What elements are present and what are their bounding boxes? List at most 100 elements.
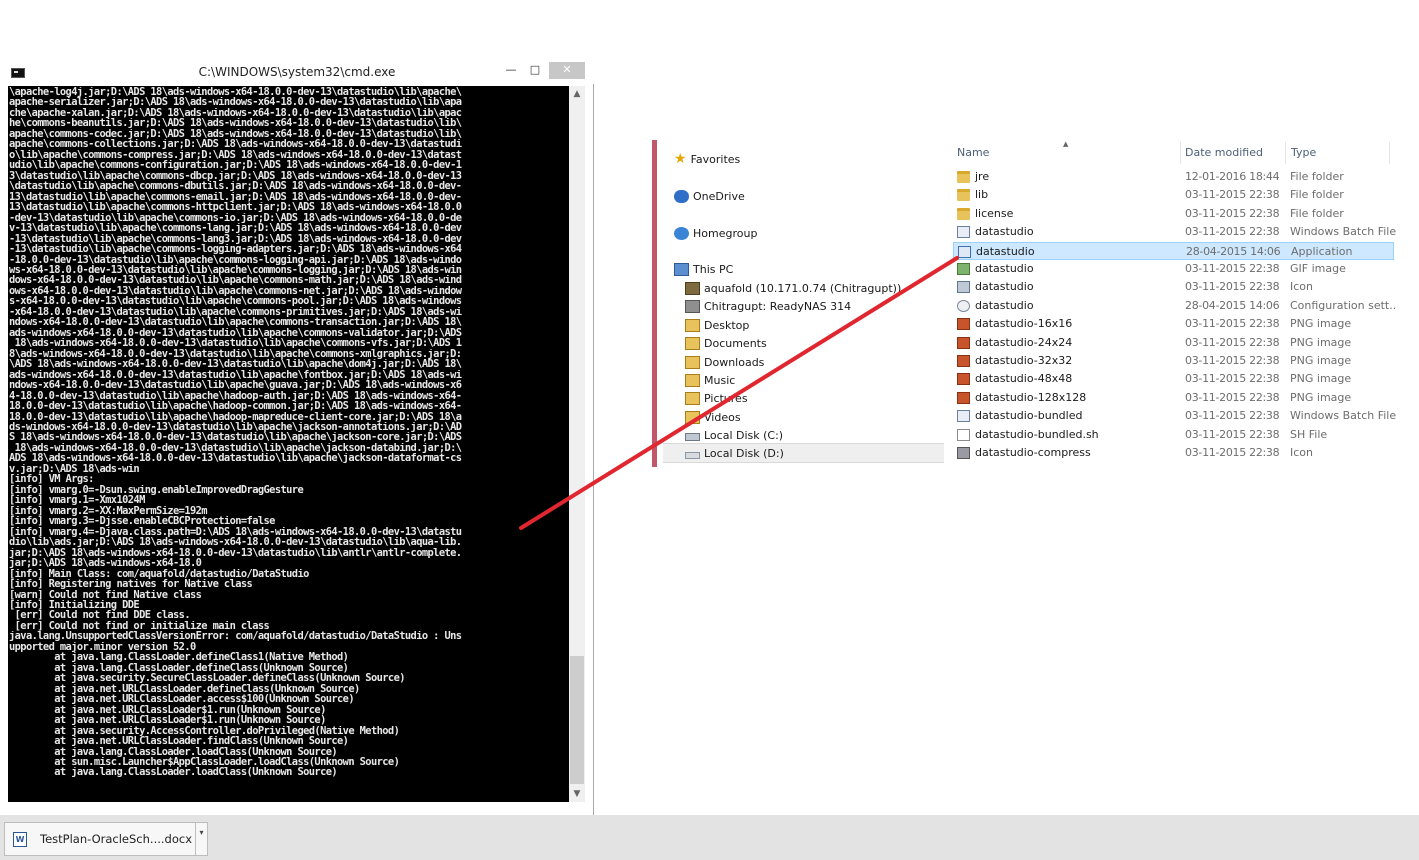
console-line: at java.lang.ClassLoader.loadClass(Unkno… bbox=[9, 746, 338, 757]
png-image-icon bbox=[957, 373, 970, 386]
column-header-name[interactable]: Name bbox=[957, 146, 989, 159]
column-separator[interactable] bbox=[1180, 142, 1181, 164]
file-type: File folder bbox=[1290, 206, 1344, 220]
file-date-modified: 03-11-2015 22:38 bbox=[1185, 354, 1280, 367]
file-name: datastudio bbox=[975, 262, 1034, 275]
nav-item[interactable]: OneDrive bbox=[674, 187, 745, 205]
file-date-modified: 28-04-2015 14:06 bbox=[1185, 298, 1280, 312]
file-row[interactable]: datastudio-32x32 03-11-2015 22:38 PNG imag… bbox=[953, 352, 1394, 370]
nav-item[interactable]: Local Disk (C:) bbox=[685, 426, 783, 444]
nav-item[interactable]: ★ Favorites bbox=[674, 150, 740, 168]
console-line: -13\datastudio\lib\apache\commons-lang3.… bbox=[9, 233, 462, 245]
file-name: license bbox=[975, 206, 1014, 220]
nav-item[interactable]: Videos bbox=[685, 408, 741, 426]
console-line: v-13\datastudio\lib\apache\commons-lang.… bbox=[9, 223, 462, 234]
file-row[interactable]: lib 03-11-2015 22:38 File folder bbox=[953, 186, 1394, 204]
file-row[interactable]: datastudio 28-04-2015 14:06 Configuration … bbox=[953, 297, 1396, 315]
sort-ascending-icon: ▲ bbox=[1063, 140, 1069, 148]
file-row[interactable]: datastudio-128x128 03-11-2015 22:38 PNG im… bbox=[953, 389, 1394, 407]
file-row[interactable]: license 03-11-2015 22:38 File folder bbox=[953, 205, 1394, 223]
scroll-down-arrow-icon[interactable]: ▼ bbox=[569, 786, 585, 802]
console-line: dio\lib\ads.jar;D:\ADS 18\ads-windows-x6… bbox=[9, 537, 462, 548]
nav-item[interactable]: Pictures bbox=[685, 389, 748, 407]
file-date-modified: 12-01-2016 18:44 bbox=[1185, 170, 1280, 183]
column-separator[interactable] bbox=[1389, 142, 1390, 164]
nav-item[interactable]: Chitragupt: ReadyNAS 314 bbox=[685, 297, 851, 315]
console-output[interactable]: \apache-log4j.jar;D:\ADS 18\ads-windows-… bbox=[8, 86, 569, 802]
console-line: 4-18.0.0-dev-13\datastudio\lib\apache\ha… bbox=[9, 390, 462, 402]
scroll-up-arrow-icon[interactable]: ▲ bbox=[569, 86, 585, 102]
nav-item[interactable]: Homegroup bbox=[674, 224, 757, 242]
png-image-icon bbox=[957, 318, 970, 331]
vertical-scrollbar[interactable]: ▲ ▼ bbox=[569, 86, 585, 802]
console-line: s-x64-18.0.0-dev-13\datastudio\lib\apach… bbox=[9, 296, 462, 307]
png-image-icon bbox=[957, 336, 970, 349]
nav-item[interactable]: Documents bbox=[685, 334, 767, 352]
folder-icon bbox=[685, 318, 700, 332]
console-line: S 18\ads-windows-x64-18.0.0-dev-13\datas… bbox=[9, 432, 462, 443]
nav-item-label: Desktop bbox=[704, 318, 750, 332]
folder-icon bbox=[685, 373, 700, 387]
column-header-date[interactable]: Date modified bbox=[1185, 146, 1263, 159]
console-line: java.lang.UnsupportedClassVersionError: … bbox=[9, 631, 462, 642]
nav-item[interactable]: Local Disk (D:) bbox=[685, 444, 784, 462]
file-type: PNG image bbox=[1290, 390, 1352, 404]
console-line: [info] VM Args: bbox=[9, 474, 94, 485]
file-row[interactable]: datastudio-16x16 03-11-2015 22:38 PNG imag… bbox=[953, 315, 1394, 333]
nav-item[interactable]: Downloads bbox=[685, 353, 764, 371]
file-name: datastudio-16x16 bbox=[975, 317, 1073, 331]
nas-icon bbox=[685, 299, 700, 313]
file-name: datastudio-bundled.sh bbox=[975, 427, 1099, 441]
console-line: [info] vmarg.2=-XX:MaxPermSize=192m bbox=[9, 505, 208, 517]
console-line: ndows-x64-18.0.0-dev-13\datastudio\lib\a… bbox=[9, 380, 462, 391]
file-date-modified: 03-11-2015 22:38 bbox=[1185, 372, 1280, 386]
file-date-modified: 03-11-2015 22:38 bbox=[1185, 427, 1280, 441]
nav-item[interactable]: This PC bbox=[674, 260, 733, 278]
nav-item-label: Documents bbox=[704, 336, 767, 350]
nav-item[interactable]: aquafold (10.171.0.74 (Chitragupt)) bbox=[685, 279, 901, 297]
taskbar-document-button[interactable]: W TestPlan-OracleSch....docx bbox=[4, 822, 196, 856]
scrollbar-thumb[interactable] bbox=[570, 656, 584, 784]
nav-item[interactable]: Desktop bbox=[685, 316, 749, 334]
console-line: dows-x64-18.0.0-dev-13\datastudio\lib\ap… bbox=[9, 275, 462, 286]
file-type: Icon bbox=[1290, 280, 1313, 294]
console-line: [info] vmarg.3=-Djsse.enableCBCProtectio… bbox=[9, 516, 275, 527]
file-row[interactable]: datastudio 03-11-2015 22:38 GIF image bbox=[953, 260, 1394, 278]
nav-item-label: Local Disk (D:) bbox=[704, 446, 784, 460]
file-date-modified: 28-04-2015 14:06 bbox=[1186, 244, 1281, 258]
file-row[interactable]: datastudio-48x48 03-11-2015 22:38 PNG imag… bbox=[953, 370, 1394, 388]
column-separator[interactable] bbox=[1285, 142, 1286, 164]
console-line: 13\datastudio\lib\apache\commons-httpcli… bbox=[9, 202, 462, 213]
column-header-type[interactable]: Type bbox=[1291, 146, 1316, 159]
file-type: File folder bbox=[1290, 188, 1344, 202]
config-file-icon bbox=[957, 299, 970, 312]
console-line: [warn] Could not find Native class bbox=[9, 589, 202, 600]
console-line: apache\commons-codec.jar;D:\ADS 18\ads-w… bbox=[9, 128, 462, 140]
file-row[interactable]: datastudio-compress 03-11-2015 22:38 Icon bbox=[953, 444, 1394, 462]
taskbar-dropdown-button[interactable]: ▾ bbox=[196, 822, 208, 856]
file-row[interactable]: jre 12-01-2016 18:44 File folder bbox=[953, 168, 1394, 186]
nav-item-label: OneDrive bbox=[693, 189, 745, 203]
nav-item-label: aquafold (10.171.0.74 (Chitragupt)) bbox=[704, 281, 902, 295]
folder-icon bbox=[685, 391, 700, 405]
console-line: at java.security.SecureClassLoader.defin… bbox=[9, 673, 405, 684]
file-type: Icon bbox=[1290, 446, 1313, 459]
nav-item-label: Videos bbox=[704, 410, 741, 424]
file-name: datastudio-128x128 bbox=[975, 390, 1087, 404]
file-row[interactable]: datastudio 03-11-2015 22:38 Icon bbox=[953, 278, 1394, 296]
minimize-button[interactable]: — bbox=[500, 62, 522, 79]
file-row[interactable]: datastudio-bundled.sh 03-11-2015 22:38 SH … bbox=[953, 426, 1394, 444]
folder-icon bbox=[685, 355, 700, 369]
close-button[interactable]: ✕ bbox=[549, 62, 585, 79]
file-row[interactable]: datastudio 28-04-2015 14:06 Application bbox=[953, 241, 1394, 260]
maximize-button[interactable]: □ bbox=[524, 62, 546, 79]
console-line: at sun.misc.Launcher$AppClassLoader.load… bbox=[9, 757, 400, 768]
file-date-modified: 03-11-2015 22:38 bbox=[1185, 335, 1280, 349]
file-row[interactable]: datastudio-bundled 03-11-2015 22:38 Window… bbox=[953, 407, 1396, 425]
file-type: PNG image bbox=[1290, 335, 1352, 349]
file-date-modified: 03-11-2015 22:38 bbox=[1185, 262, 1280, 275]
nav-item[interactable]: Music bbox=[685, 371, 735, 389]
file-row[interactable]: datastudio-24x24 03-11-2015 22:38 PNG imag… bbox=[953, 334, 1394, 352]
file-row[interactable]: datastudio 03-11-2015 22:38 Windows Batch … bbox=[953, 223, 1396, 241]
cmd-titlebar[interactable]: C:\WINDOWS\system32\cmd.exe — □ ✕ bbox=[0, 62, 594, 84]
